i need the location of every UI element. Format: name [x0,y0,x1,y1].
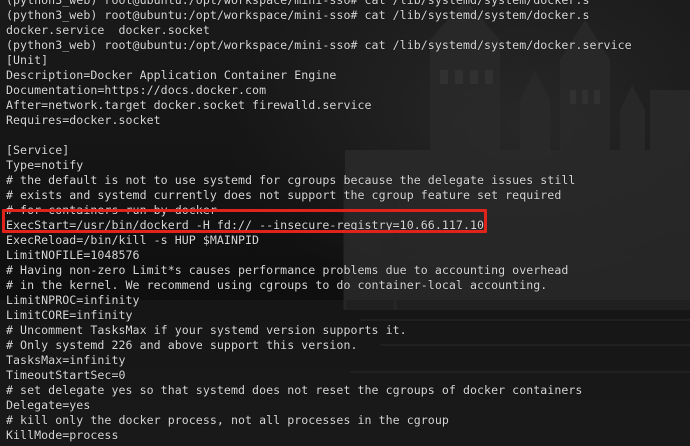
terminal-line: Requires=docker.socket [6,113,161,127]
terminal-line: [Unit] [6,53,49,67]
terminal-line: Type=notify [6,158,84,172]
terminal-line: ExecReload=/bin/kill -s HUP $MAINPID [6,233,260,247]
terminal-line: # kill only the docker process, not all … [6,413,449,427]
terminal-line: (python3_web) root@ubuntu:/opt/workspace… [6,0,590,7]
terminal-line: docker.service docker.socket [6,23,210,37]
terminal-line: # Having non-zero Limit*s causes perform… [6,263,569,277]
terminal-line: LimitCORE=infinity [6,308,133,322]
terminal-line: Delegate=yes [6,398,91,412]
terminal-line: After=network.target docker.socket firew… [6,98,372,112]
terminal-line: Documentation=https://docs.docker.com [6,83,267,97]
terminal-line: (python3_web) root@ubuntu:/opt/workspace… [6,38,632,52]
terminal-line: LimitNOFILE=1048576 [6,248,140,262]
terminal-line: # Uncomment TasksMax if your systemd ver… [6,323,407,337]
terminal-line: TasksMax=infinity [6,353,126,367]
terminal-line: Description=Docker Application Container… [6,68,337,82]
terminal-line: # in the kernel. We recommend using cgro… [6,278,548,292]
terminal-line: # Only systemd 226 and above support thi… [6,338,358,352]
annotation-highlight-box [2,209,487,233]
terminal-line: # exists and systemd currently does not … [6,188,562,202]
terminal-line: # the default is not to use systemd for … [6,173,576,187]
terminal-line: KillMode=process [6,428,119,442]
terminal-line: # set delegate yes so that systemd does … [6,383,583,397]
terminal-line: (python3_web) root@ubuntu:/opt/workspace… [6,8,590,22]
terminal-line: LimitNPROC=infinity [6,293,140,307]
terminal-line: [Service] [6,143,70,157]
terminal-window[interactable]: (python3_web) root@ubuntu:/opt/workspace… [0,0,690,446]
terminal-line: TimeoutStartSec=0 [6,368,126,382]
